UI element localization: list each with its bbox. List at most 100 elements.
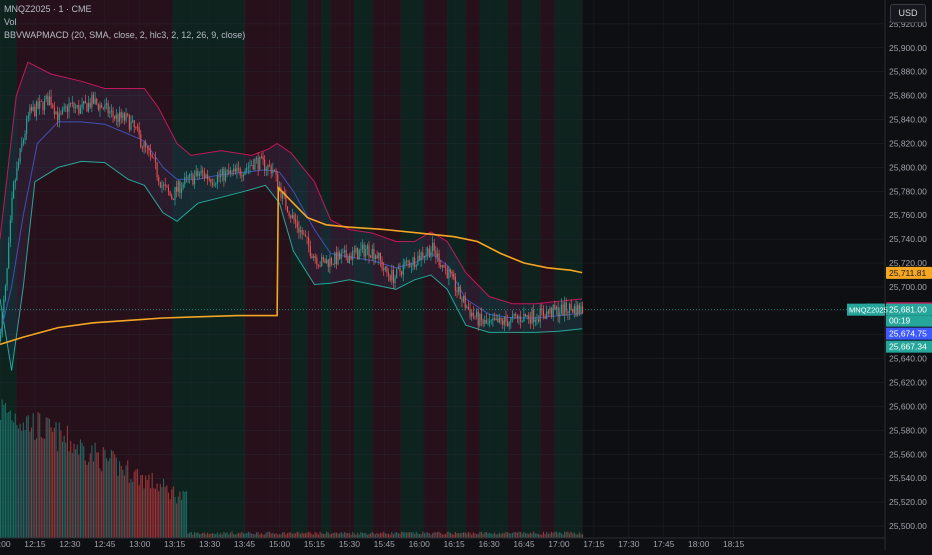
volume-bar [314,532,316,538]
candle-body [218,176,220,178]
candle-body [466,306,468,308]
candle-body [399,267,401,272]
candle-body [220,174,222,178]
candle-body [388,272,390,276]
candle-body [505,317,507,322]
price-tick-19: 25,880.00 [889,67,927,77]
candle-body [309,245,311,257]
currency-button[interactable]: USD [890,4,926,23]
candle-body [443,265,445,268]
volume-bar [391,532,393,538]
candle-body [107,103,109,114]
volume-bar [231,531,233,538]
candle-body [40,101,42,102]
candle-body [109,111,111,114]
volume-bar [337,533,339,538]
time-tick-20: 18:00 [688,539,710,549]
volume-bar [244,533,246,538]
time-axis: 12:00 12:15 12:30 12:45 13:00 13:15 13:30 13:45… [0,537,885,549]
candle-body [314,256,316,258]
candle-body [270,165,272,174]
price-tick-1: 25,520.00 [889,497,927,507]
volume-bar [79,439,82,538]
volume-bar [161,487,163,538]
lower_band-badge-text: 25,667.34 [889,342,927,352]
candle-body [469,309,471,317]
candle-body [272,169,274,174]
volume-bar [327,532,329,538]
candle-body [420,252,422,261]
candle-body [159,182,161,188]
volume-bar [456,533,458,538]
chart-root[interactable]: 25,500.00 25,520.00 25,540.00 25,560.00 25,5… [0,0,932,550]
candle-body [229,170,231,173]
candle-body [366,245,368,250]
candle-body [353,250,355,252]
volume-bar [547,533,549,538]
volume-bar [14,413,16,538]
volume-bar [350,534,352,538]
volume-bar [363,533,365,538]
volume-bar [182,490,184,538]
price-chart[interactable]: 25,500.00 25,520.00 25,540.00 25,560.00 25,5… [0,0,932,550]
volume-bar [238,532,240,538]
volume-bar [58,422,60,538]
volume-bar [207,532,209,538]
volume-bar [291,533,293,538]
candle-body [221,168,223,175]
volume-bar [430,534,432,538]
candle-body [102,107,104,109]
time-tick-0: 12:00 [0,539,11,549]
candle-body [195,170,197,176]
candle-body [489,320,491,323]
session-band-19 [521,0,541,538]
candle-body [533,309,535,323]
volume-bar [166,485,168,538]
volume-bar [251,533,253,538]
candle-body [167,187,170,192]
candle-body [233,168,235,172]
candle-body [524,313,527,317]
volume-bar [339,533,341,538]
volume-bar [518,531,520,538]
volume-bar [71,453,73,538]
candle-body [122,113,124,118]
volume-bar [355,534,357,538]
candle-body [91,94,93,108]
candle-body [453,273,455,277]
candle-body [130,121,132,130]
volume-bar [427,532,429,538]
volume-bar [213,533,215,538]
volume-bar [335,532,337,538]
candle-body [326,259,328,264]
volume-bar [105,458,108,538]
candle-body [352,250,354,260]
volume-bar [428,533,430,538]
candle-body [57,111,59,121]
price-tick-18: 25,860.00 [889,91,927,101]
symbol-title[interactable]: MNQZ2025 · 1 · CME [4,3,245,16]
candle-body [565,302,567,312]
volume-bar [295,533,297,538]
volume-bar [503,533,505,538]
volume-bar [99,468,101,538]
candle-body [342,252,344,254]
volume-bar [449,533,452,538]
session-band-5 [244,0,271,538]
candle-body [211,183,214,185]
volume-bar [453,534,455,538]
volume-bar [57,451,59,538]
volume-bar [229,532,231,538]
indicator-label[interactable]: BBVWAPMACD (20, SMA, close, 2, hlc3, 2, … [4,29,245,42]
volume-bar [405,532,408,538]
volume-bar [94,442,96,538]
candle-body [430,251,432,258]
volume-bar [197,532,199,538]
candle-body [138,127,140,135]
volume-label[interactable]: Vol [4,16,245,29]
volume-bar [326,531,328,538]
volume-bar [513,531,515,538]
volume-bar [167,492,170,538]
volume-bar [159,483,161,538]
volume-bar [91,445,93,538]
